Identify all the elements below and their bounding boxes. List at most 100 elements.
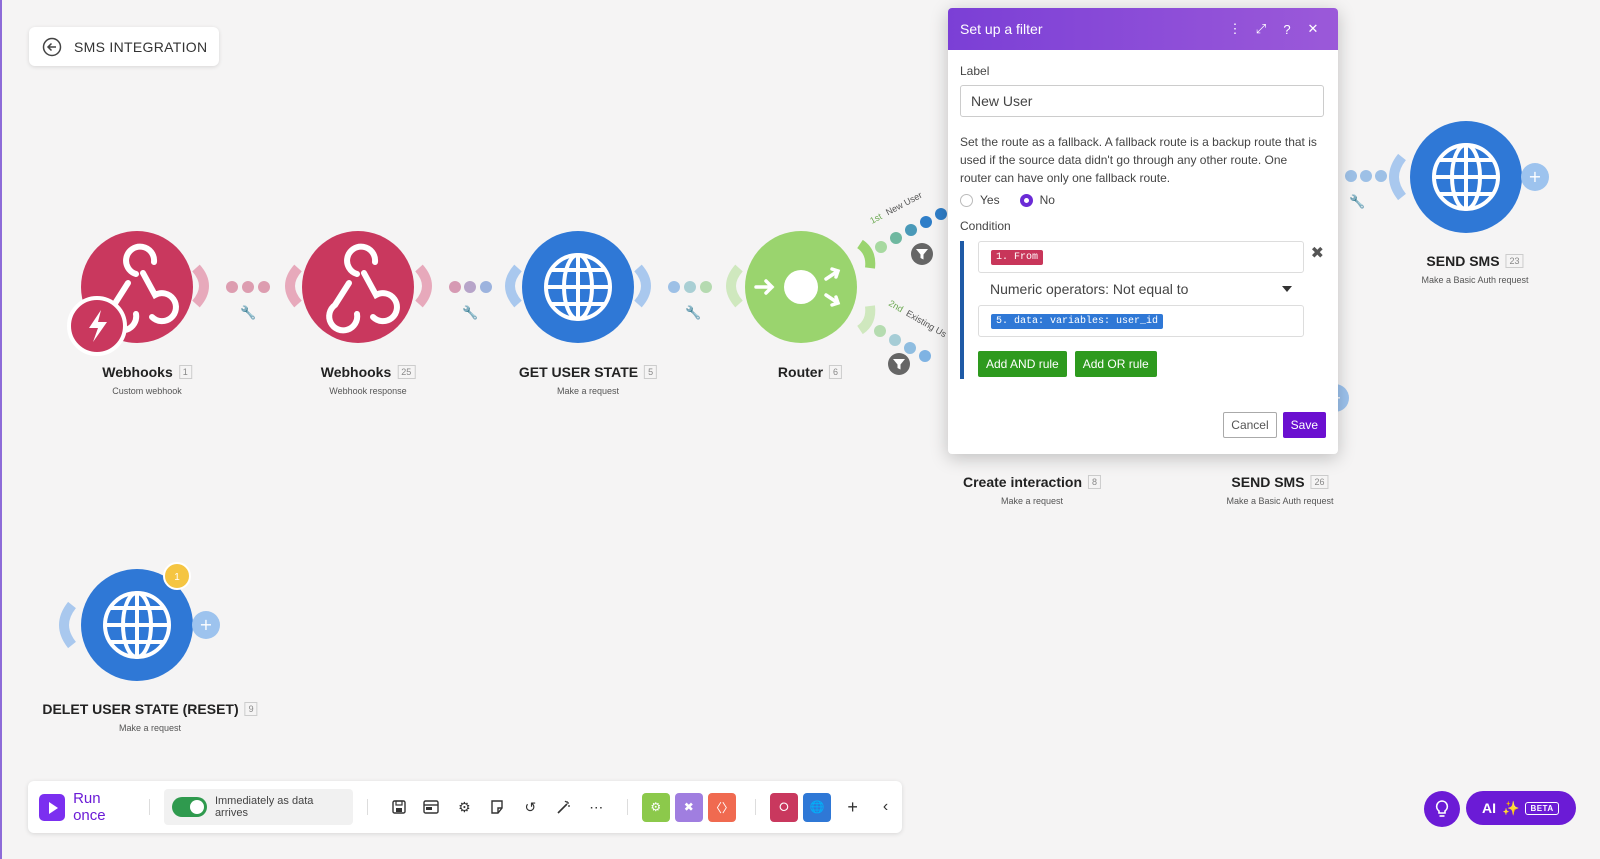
condition-left-field[interactable]: 1. From <box>978 241 1304 273</box>
wrench-icon[interactable]: 🔧 <box>1349 194 1365 210</box>
module-name: Router <box>777 364 824 380</box>
module-subtitle: Make a Basic Auth request <box>1226 496 1334 506</box>
module-subtitle: Make a request <box>1000 496 1064 506</box>
ai-assistant-button[interactable]: AI ✨ BETA <box>1466 791 1576 825</box>
undo-icon[interactable]: ↺ <box>514 790 547 824</box>
label-input[interactable]: New User <box>960 85 1324 117</box>
module-name: Create interaction <box>962 474 1083 490</box>
module-id: 6 <box>829 365 843 379</box>
mapped-variable-pill[interactable]: 1. From <box>991 249 1044 265</box>
gear-icon[interactable]: ⚙ <box>448 790 481 824</box>
schedule-label: Immediately as data arrives <box>214 795 314 819</box>
module-id: 9 <box>244 702 258 716</box>
filter-icon[interactable] <box>888 353 910 375</box>
module-delete-user-state[interactable]: + <box>59 569 220 681</box>
add-and-rule-button[interactable]: Add AND rule <box>978 351 1067 377</box>
radio-label: Yes <box>980 193 1000 207</box>
wrench-icon[interactable]: 🔧 <box>685 305 701 321</box>
mapped-variable-pill[interactable]: 5. data: variables: user_id <box>991 313 1164 329</box>
module-name: SEND SMS <box>1231 474 1305 490</box>
add-icon[interactable]: + <box>836 790 869 824</box>
fallback-no-radio[interactable]: No <box>1019 193 1055 207</box>
module-label: GET USER STATE 5 Make a request <box>518 364 658 396</box>
module-subtitle: Make a request <box>556 386 620 396</box>
sparkle-icon: ✨ <box>1502 799 1520 816</box>
magic-wand-icon[interactable] <box>547 790 580 824</box>
tools-icon[interactable]: ⚙ <box>641 792 670 822</box>
route-1-dots <box>875 208 947 253</box>
module-name: SEND SMS <box>1426 253 1500 269</box>
module-subtitle: Webhook response <box>329 386 407 396</box>
module-name: DELET USER STATE (RESET) <box>42 701 239 717</box>
webhooks-app-icon[interactable]: ⭘ <box>769 792 799 822</box>
svg-text:+: + <box>1528 167 1541 186</box>
filter-icon[interactable] <box>911 243 933 265</box>
save-icon[interactable] <box>382 790 415 824</box>
globe-icon <box>1432 143 1500 211</box>
condition-right-field[interactable]: 5. data: variables: user_id <box>978 305 1304 337</box>
lightbulb-icon <box>1435 800 1449 817</box>
wrench-icon[interactable]: 🔧 <box>462 305 478 321</box>
module-send-sms-23[interactable]: + <box>1389 121 1549 233</box>
svg-text:2nd: 2nd <box>887 298 905 314</box>
text-parser-icon[interactable]: 〈〉 <box>707 792 736 822</box>
module-id: 1 <box>178 365 192 379</box>
chevron-left-icon[interactable]: ‹ <box>869 790 902 824</box>
run-once-button[interactable]: Run once <box>39 790 135 824</box>
flow-control-icon[interactable]: ✖ <box>674 792 703 822</box>
svg-text:1: 1 <box>174 572 180 583</box>
save-button[interactable]: Save <box>1282 412 1326 438</box>
condition-caption: Condition <box>960 219 1011 233</box>
remove-condition-icon[interactable]: ✖ <box>1311 243 1324 263</box>
module-label: Create interaction 8 Make a request <box>962 474 1102 506</box>
route-1-label: 1st New User <box>868 190 923 226</box>
schedule-toggle[interactable]: Immediately as data arrives <box>164 789 354 825</box>
more-icon[interactable]: ⋯ <box>580 790 613 824</box>
condition-rule: 1. From Numeric operators: Not equal to … <box>960 241 1324 379</box>
wrench-icon[interactable]: 🔧 <box>240 305 256 321</box>
module-label: SEND SMS 26 Make a Basic Auth request <box>1226 474 1333 506</box>
module-webhooks-1[interactable] <box>67 231 209 356</box>
expand-icon[interactable]: ⤢ <box>1248 21 1274 37</box>
module-id: 8 <box>1088 475 1102 489</box>
svg-text:New User: New User <box>884 190 924 217</box>
module-get-user-state[interactable] <box>505 231 651 343</box>
help-icon[interactable]: ? <box>1274 22 1300 37</box>
close-icon[interactable]: ✕ <box>1300 21 1326 37</box>
filter-panel-header: Set up a filter ⋮ ⤢ ? ✕ <box>948 8 1338 50</box>
module-webhooks-25[interactable] <box>285 231 432 343</box>
connector-2-3 <box>449 281 492 293</box>
globe-icon <box>544 253 612 321</box>
fallback-radio-group: Yes No <box>960 193 1326 207</box>
module-subtitle: Custom webhook <box>112 386 182 396</box>
divider <box>626 799 628 815</box>
queue-badge[interactable]: 1 <box>163 562 191 590</box>
module-router[interactable] <box>726 231 876 343</box>
more-options-icon[interactable]: ⋮ <box>1222 21 1248 37</box>
http-app-icon[interactable]: 🌐 <box>803 792 832 822</box>
scenario-settings-icon[interactable] <box>415 790 448 824</box>
divider <box>754 799 756 815</box>
fallback-yes-radio[interactable]: Yes <box>960 193 1000 207</box>
connector-3-4 <box>668 281 712 293</box>
beta-badge: BETA <box>1525 801 1559 815</box>
filter-panel: Set up a filter ⋮ ⤢ ? ✕ Label New User S… <box>948 8 1338 454</box>
module-id: 25 <box>397 365 416 379</box>
play-icon <box>39 793 66 821</box>
module-name: Webhooks <box>102 364 173 380</box>
module-label: DELET USER STATE (RESET) 9 Make a request <box>42 701 258 733</box>
module-name: Webhooks <box>320 364 392 380</box>
operator-select[interactable]: Numeric operators: Not equal to <box>978 273 1304 305</box>
module-id: 5 <box>644 365 658 379</box>
radio-label: No <box>1039 193 1055 207</box>
svg-text:+: + <box>199 615 212 634</box>
notes-icon[interactable] <box>481 790 514 824</box>
cancel-button[interactable]: Cancel <box>1223 412 1277 438</box>
module-subtitle: Make a Basic Auth request <box>1421 275 1529 285</box>
route-2-label: 2nd Existing Us <box>887 298 949 339</box>
toggle-switch[interactable] <box>172 797 207 817</box>
lightbulb-button[interactable] <box>1424 791 1460 827</box>
add-or-rule-button[interactable]: Add OR rule <box>1074 351 1157 377</box>
module-name: GET USER STATE <box>518 364 639 380</box>
connector-1-2 <box>226 281 270 293</box>
